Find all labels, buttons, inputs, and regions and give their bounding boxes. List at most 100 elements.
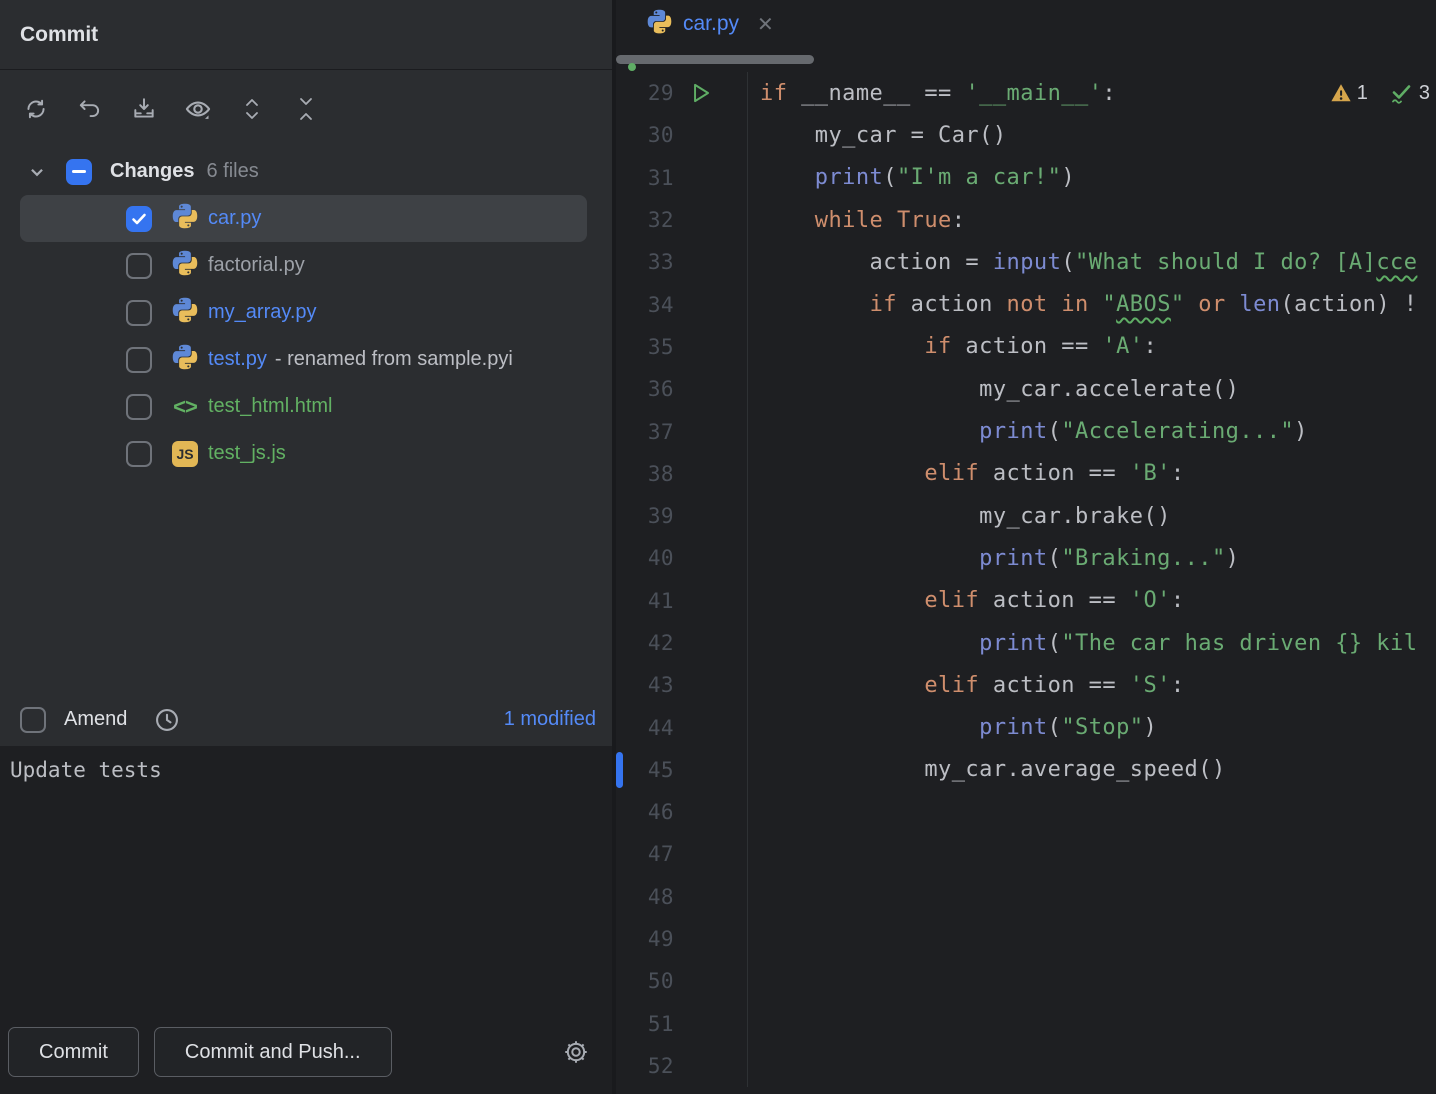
- code-editor[interactable]: car.py ✕ 1 3 29if __name__ == '__main__'…: [616, 0, 1436, 1094]
- code-text[interactable]: if action == 'A':: [747, 326, 1436, 368]
- rollback-icon[interactable]: [76, 95, 104, 123]
- view-options-icon[interactable]: [184, 95, 212, 123]
- code-text[interactable]: [747, 918, 1436, 960]
- file-row-test.py[interactable]: test.py- renamed from sample.pyi: [20, 336, 587, 383]
- code-line[interactable]: 42 print("The car has driven {} kil: [616, 622, 1436, 664]
- line-number[interactable]: 40: [630, 546, 674, 570]
- line-number[interactable]: 45: [630, 758, 674, 782]
- line-number[interactable]: 41: [630, 589, 674, 613]
- line-number[interactable]: 52: [630, 1054, 674, 1078]
- line-number[interactable]: 39: [630, 504, 674, 528]
- modified-files-link[interactable]: 1 modified: [504, 708, 596, 731]
- line-number[interactable]: 44: [630, 716, 674, 740]
- code-text[interactable]: print("I'm a car!"): [747, 157, 1436, 199]
- file-checkbox[interactable]: [126, 206, 152, 232]
- code-line[interactable]: 46: [616, 791, 1436, 833]
- file-checkbox[interactable]: [126, 300, 152, 326]
- line-number[interactable]: 48: [630, 885, 674, 909]
- line-number[interactable]: 32: [630, 208, 674, 232]
- code-text[interactable]: my_car.average_speed(): [747, 749, 1436, 791]
- code-text[interactable]: while True:: [747, 199, 1436, 241]
- code-line[interactable]: 38 elif action == 'B':: [616, 453, 1436, 495]
- code-line[interactable]: 50: [616, 960, 1436, 1002]
- line-number[interactable]: 29: [630, 81, 674, 105]
- file-row-test_js.js[interactable]: JStest_js.js: [20, 430, 587, 477]
- code-text[interactable]: print("The car has driven {} kil: [747, 622, 1436, 664]
- gear-icon[interactable]: [562, 1038, 590, 1066]
- line-number[interactable]: 33: [630, 250, 674, 274]
- code-line[interactable]: 35 if action == 'A':: [616, 326, 1436, 368]
- code-line[interactable]: 41 elif action == 'O':: [616, 580, 1436, 622]
- line-number[interactable]: 34: [630, 293, 674, 317]
- code-line[interactable]: 31 print("I'm a car!"): [616, 157, 1436, 199]
- file-row-my_array.py[interactable]: my_array.py: [20, 289, 587, 336]
- file-checkbox[interactable]: [126, 441, 152, 467]
- tab-car-py[interactable]: car.py ✕: [616, 0, 786, 48]
- tab-scrollbar-thumb[interactable]: [616, 55, 814, 64]
- code-text[interactable]: [747, 1045, 1436, 1087]
- line-number[interactable]: 42: [630, 631, 674, 655]
- changed-line-marker[interactable]: [616, 749, 630, 791]
- code-line[interactable]: 40 print("Braking..."): [616, 537, 1436, 579]
- commit-and-push-button[interactable]: Commit and Push...: [154, 1027, 392, 1077]
- code-line[interactable]: 43 elif action == 'S':: [616, 664, 1436, 706]
- code-text[interactable]: elif action == 'B':: [747, 453, 1436, 495]
- code-text[interactable]: print("Braking..."): [747, 537, 1436, 579]
- code-line[interactable]: 29 if __name__ == '__main__':: [616, 72, 1436, 114]
- line-number[interactable]: 49: [630, 927, 674, 951]
- line-number[interactable]: 51: [630, 1012, 674, 1036]
- code-text[interactable]: [747, 960, 1436, 1002]
- commit-message-input[interactable]: Update tests: [0, 746, 612, 1011]
- line-number[interactable]: 43: [630, 673, 674, 697]
- code-line[interactable]: 33 action = input("What should I do? [A]…: [616, 241, 1436, 283]
- line-number[interactable]: 35: [630, 335, 674, 359]
- collapse-all-icon[interactable]: [292, 95, 320, 123]
- line-number[interactable]: 38: [630, 462, 674, 486]
- code-line[interactable]: 32 while True:: [616, 199, 1436, 241]
- code-text[interactable]: my_car.accelerate(): [747, 368, 1436, 410]
- changes-group-checkbox[interactable]: [66, 159, 92, 185]
- code-text[interactable]: action = input("What should I do? [A]cce: [747, 241, 1436, 283]
- file-checkbox[interactable]: [126, 253, 152, 279]
- line-number[interactable]: 37: [630, 420, 674, 444]
- close-icon[interactable]: ✕: [757, 12, 774, 37]
- refresh-icon[interactable]: [22, 95, 50, 123]
- code-line[interactable]: 34 if action not in "ABOS" or len(action…: [616, 283, 1436, 325]
- history-clock-icon[interactable]: [153, 706, 181, 734]
- line-number[interactable]: 46: [630, 800, 674, 824]
- code-line[interactable]: 47: [616, 833, 1436, 875]
- code-line[interactable]: 44 print("Stop"): [616, 706, 1436, 748]
- code-text[interactable]: [747, 791, 1436, 833]
- code-text[interactable]: [747, 833, 1436, 875]
- code-line[interactable]: 39 my_car.brake(): [616, 495, 1436, 537]
- run-gutter-slot[interactable]: [674, 72, 747, 114]
- code-text[interactable]: print("Stop"): [747, 706, 1436, 748]
- code-line[interactable]: 48: [616, 876, 1436, 918]
- code-text[interactable]: if __name__ == '__main__':: [747, 72, 1436, 114]
- code-text[interactable]: elif action == 'O':: [747, 580, 1436, 622]
- code-text[interactable]: my_car = Car(): [747, 114, 1436, 156]
- line-number[interactable]: 31: [630, 166, 674, 190]
- commit-button[interactable]: Commit: [8, 1027, 139, 1077]
- chevron-down-icon[interactable]: [28, 163, 46, 181]
- code-text[interactable]: [747, 876, 1436, 918]
- amend-checkbox[interactable]: [20, 707, 46, 733]
- code-text[interactable]: if action not in "ABOS" or len(action) !: [747, 283, 1436, 325]
- code-line[interactable]: 51: [616, 1003, 1436, 1045]
- line-number[interactable]: 47: [630, 842, 674, 866]
- shelve-icon[interactable]: [130, 95, 158, 123]
- code-text[interactable]: elif action == 'S':: [747, 664, 1436, 706]
- code-line[interactable]: 37 print("Accelerating..."): [616, 410, 1436, 452]
- line-number[interactable]: 36: [630, 377, 674, 401]
- code-text[interactable]: my_car.brake(): [747, 495, 1436, 537]
- code-text[interactable]: [747, 1003, 1436, 1045]
- code-line[interactable]: 49: [616, 918, 1436, 960]
- code-text[interactable]: print("Accelerating..."): [747, 410, 1436, 452]
- code-line[interactable]: 36 my_car.accelerate(): [616, 368, 1436, 410]
- file-checkbox[interactable]: [126, 394, 152, 420]
- changes-group-row[interactable]: Changes 6 files: [0, 148, 612, 195]
- run-icon[interactable]: [688, 80, 714, 106]
- file-row-car.py[interactable]: car.py: [20, 195, 587, 242]
- expand-all-icon[interactable]: [238, 95, 266, 123]
- file-row-test_html.html[interactable]: <>test_html.html: [20, 383, 587, 430]
